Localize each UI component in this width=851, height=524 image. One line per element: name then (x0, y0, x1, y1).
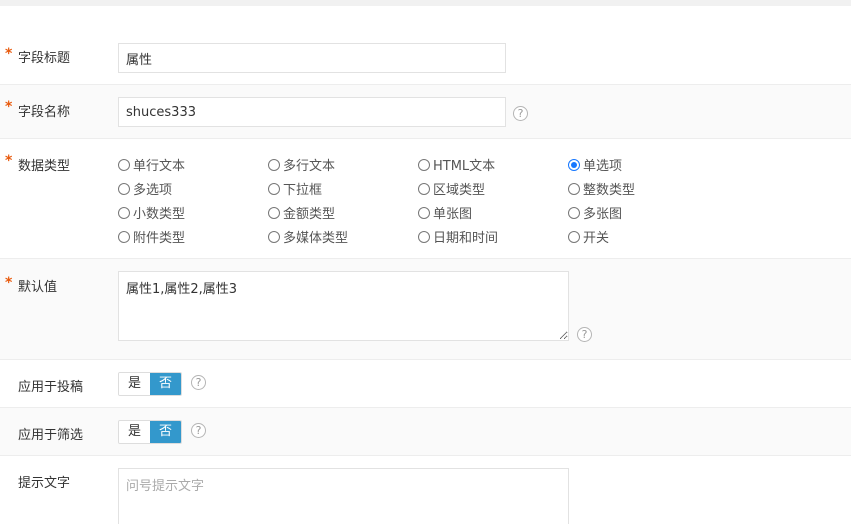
radio-label: 多行文本 (283, 159, 336, 174)
help-icon[interactable]: ? (513, 106, 528, 121)
radio-circle[interactable] (118, 182, 130, 195)
yes-option[interactable]: 是 (119, 373, 150, 395)
radio-circle[interactable] (418, 158, 430, 171)
radio-label: 单选项 (583, 159, 623, 174)
radio-multi-line-text[interactable]: 多行文本 (268, 155, 335, 174)
radio-attachment-type[interactable]: 附件类型 (118, 227, 185, 246)
radio-label: HTML文本 (433, 159, 496, 174)
radio-label: 日期和时间 (433, 231, 499, 246)
radio-html-text[interactable]: HTML文本 (418, 155, 495, 174)
radio-circle[interactable] (268, 206, 280, 219)
radio-switch[interactable]: 开关 (568, 227, 609, 246)
radio-multimedia-type[interactable]: 多媒体类型 (268, 227, 348, 246)
radio-multi-choice[interactable]: 多选项 (118, 179, 172, 198)
apply-submit-toggle[interactable]: 是 否 (118, 372, 182, 396)
required-mark: * (5, 275, 13, 291)
radio-label: 下拉框 (283, 183, 323, 198)
hint-text-row: 提示文字 (0, 456, 851, 524)
radio-multi-image[interactable]: 多张图 (568, 203, 622, 222)
radio-circle[interactable] (418, 230, 430, 243)
help-icon[interactable]: ? (191, 423, 206, 438)
radio-label: 单行文本 (133, 159, 186, 174)
radio-region-type[interactable]: 区域类型 (418, 179, 485, 198)
radio-label: 附件类型 (133, 231, 186, 246)
radio-circle[interactable] (418, 182, 430, 195)
no-option-selected[interactable]: 否 (150, 421, 181, 443)
radio-circle[interactable] (268, 182, 280, 195)
default-value-textarea[interactable]: 属性1,属性2,属性3 (118, 271, 569, 341)
radio-circle[interactable] (118, 230, 130, 243)
radio-circle[interactable] (568, 206, 580, 219)
radio-label: 区域类型 (433, 183, 486, 198)
radio-label: 整数类型 (583, 183, 636, 198)
required-mark: * (5, 99, 13, 115)
required-mark: * (5, 46, 13, 62)
data-type-label: 数据类型 (18, 159, 71, 174)
help-icon[interactable]: ? (191, 375, 206, 390)
help-icon[interactable]: ? (577, 327, 592, 342)
radio-circle[interactable] (418, 206, 430, 219)
radio-decimal-type[interactable]: 小数类型 (118, 203, 185, 222)
radio-dropdown[interactable]: 下拉框 (268, 179, 322, 198)
field-name-input[interactable] (118, 97, 506, 127)
hint-text-label: 提示文字 (18, 476, 71, 491)
radio-label: 金额类型 (283, 207, 336, 222)
radio-circle[interactable] (268, 230, 280, 243)
radio-label: 多张图 (583, 207, 623, 222)
radio-date-time[interactable]: 日期和时间 (418, 227, 498, 246)
apply-submit-row: 应用于投稿 是 否 ? (0, 360, 851, 408)
radio-amount-type[interactable]: 金额类型 (268, 203, 335, 222)
default-value-label: 默认值 (18, 280, 58, 295)
radio-circle[interactable] (268, 158, 280, 171)
radio-circle[interactable] (118, 158, 130, 171)
field-title-label: 字段标题 (18, 51, 71, 66)
radio-label: 多媒体类型 (283, 231, 349, 246)
radio-integer-type[interactable]: 整数类型 (568, 179, 635, 198)
top-bar (0, 0, 851, 6)
apply-filter-toggle[interactable]: 是 否 (118, 420, 182, 444)
apply-filter-row: 应用于筛选 是 否 ? (0, 408, 851, 456)
hint-text-textarea[interactable] (118, 468, 569, 524)
data-type-row: * 数据类型 单行文本 多行文本 HTML文本 单选项 多选项 下拉框 区域类型… (0, 139, 851, 259)
radio-label: 开关 (583, 231, 610, 246)
field-name-label: 字段名称 (18, 105, 71, 120)
apply-filter-label: 应用于筛选 (18, 428, 84, 443)
radio-circle[interactable] (568, 230, 580, 243)
field-title-input[interactable] (118, 43, 506, 73)
radio-single-choice[interactable]: 单选项 (568, 155, 622, 174)
no-option-selected[interactable]: 否 (150, 373, 181, 395)
radio-circle-checked[interactable] (568, 158, 580, 171)
radio-circle[interactable] (568, 182, 580, 195)
yes-option[interactable]: 是 (119, 421, 150, 443)
field-name-row: * 字段名称 ? (0, 85, 851, 139)
default-value-row: * 默认值 属性1,属性2,属性3 ? (0, 259, 851, 360)
radio-single-line-text[interactable]: 单行文本 (118, 155, 185, 174)
radio-label: 单张图 (433, 207, 473, 222)
radio-label: 小数类型 (133, 207, 186, 222)
required-mark: * (5, 153, 13, 169)
radio-circle[interactable] (118, 206, 130, 219)
field-title-row: * 字段标题 (0, 30, 851, 85)
radio-single-image[interactable]: 单张图 (418, 203, 472, 222)
radio-label: 多选项 (133, 183, 173, 198)
apply-submit-label: 应用于投稿 (18, 380, 84, 395)
